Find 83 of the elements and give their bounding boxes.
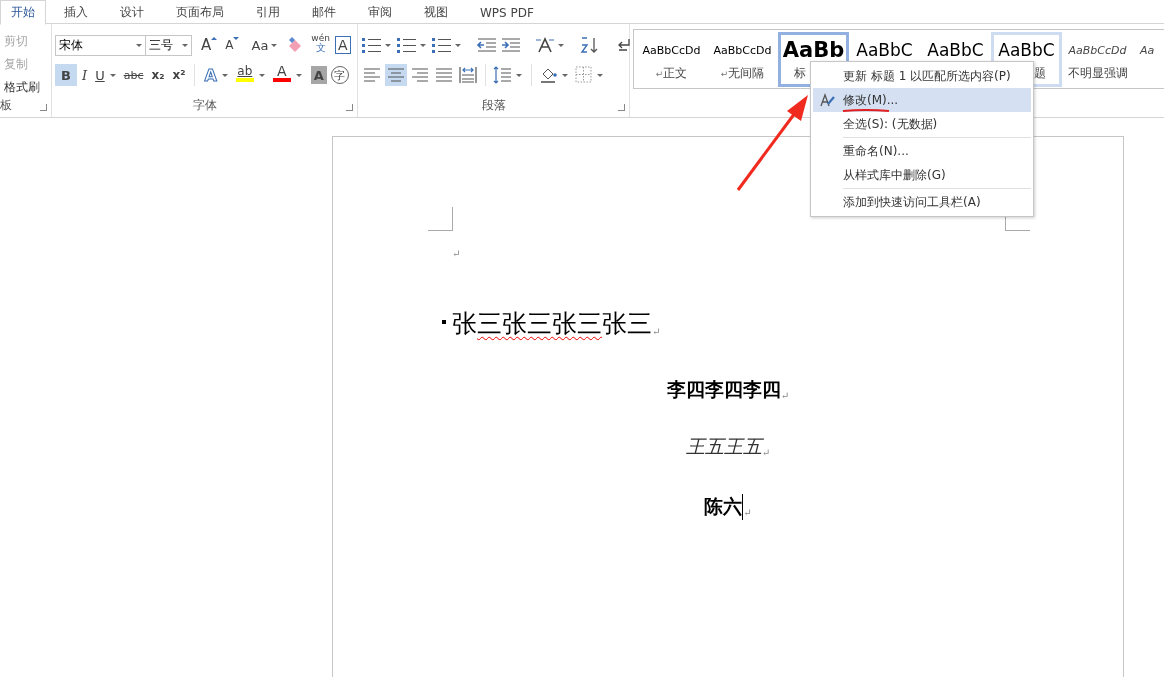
paragraph-mark: ↵: [780, 390, 790, 401]
format-button[interactable]: x₂: [148, 64, 168, 86]
multilevel-icon[interactable]: [431, 36, 453, 54]
style-item[interactable]: AaBbCcDd 不明显强调: [1062, 32, 1133, 87]
font-size-field[interactable]: 三号: [145, 34, 192, 56]
format-button[interactable]: A: [310, 66, 327, 84]
paragraph-mark: ↵: [761, 447, 771, 458]
shrink-font-button[interactable]: A: [222, 34, 243, 56]
clipboard-button[interactable]: 格式刷: [0, 78, 48, 97]
format-button[interactable]: B: [55, 64, 77, 86]
caret-icon[interactable]: [562, 73, 568, 77]
format-button[interactable]: x²: [169, 64, 189, 86]
caret-icon[interactable]: [597, 73, 603, 77]
ribbon-tab[interactable]: 设计: [106, 0, 158, 25]
paragraph-text: 李四李四李四: [666, 377, 781, 402]
ribbon-tab[interactable]: 页面布局: [162, 0, 238, 25]
style-preview: Aa: [1140, 42, 1155, 59]
ribbon-tab[interactable]: 引用: [242, 0, 294, 25]
ribbon-tab[interactable]: 邮件: [298, 0, 350, 25]
font-name-field[interactable]: 宋体: [55, 34, 146, 56]
keep-with-next-icon: [442, 320, 446, 324]
style-preview: AaBbCcDd: [713, 42, 772, 59]
menu-item[interactable]: 从样式库中删除(G): [813, 163, 1031, 187]
style-item[interactable]: AaBbCcDd ↵无间隔: [707, 32, 778, 87]
grow-font-button[interactable]: A: [198, 34, 221, 56]
menu-item[interactable]: 全选(S): (无数据): [813, 112, 1031, 136]
format-button[interactable]: abc: [120, 64, 147, 86]
asian-icon[interactable]: [534, 36, 556, 54]
style-name: 题: [1034, 65, 1047, 82]
dialog-launcher-icon[interactable]: [618, 104, 625, 111]
ribbon-tab[interactable]: 审阅: [354, 0, 406, 25]
style-name: ↵无间隔: [720, 65, 765, 82]
format-button[interactable]: A: [269, 64, 294, 86]
ribbon-tab[interactable]: 插入: [50, 0, 102, 25]
style-name: 不明显强调: [1067, 65, 1128, 82]
format-button[interactable]: I: [79, 64, 91, 86]
menu-item[interactable]: 添加到快速访问工具栏(A): [813, 190, 1031, 214]
ribbon-tab[interactable]: 视图: [410, 0, 462, 25]
group-label: 板: [0, 98, 12, 112]
caret-icon[interactable]: [455, 43, 461, 47]
group-label: 字体: [192, 98, 217, 112]
paragraph-text: 张三张三张三张三: [452, 307, 652, 340]
format-button[interactable]: ab: [232, 64, 257, 86]
dialog-launcher-icon[interactable]: [346, 104, 353, 111]
character-border-button[interactable]: A: [334, 36, 351, 54]
caret-icon[interactable]: [295, 73, 302, 77]
paragraph-text: 王五王五: [685, 434, 762, 459]
paragraph-mark: ↵: [652, 326, 661, 337]
style-preview: AaBbCcDd: [642, 42, 701, 59]
numbering-icon[interactable]: [396, 36, 418, 54]
caret-icon[interactable]: [420, 43, 426, 47]
style-name: ↵正文: [655, 65, 688, 82]
format-button[interactable]: A: [201, 64, 220, 86]
bullets-icon[interactable]: [361, 36, 383, 54]
style-name: 标: [793, 65, 806, 82]
caret-icon[interactable]: [516, 73, 522, 77]
style-item[interactable]: Aa: [1133, 32, 1163, 87]
style-preview: AaBbCcDd: [1068, 42, 1127, 59]
paragraph-mark: ↵: [452, 247, 461, 259]
format-button[interactable]: U: [92, 64, 108, 86]
group-label: 段落: [481, 98, 506, 112]
change-case-button[interactable]: Aa: [248, 34, 281, 56]
style-preview: AaBbC: [998, 39, 1055, 62]
style-item[interactable]: AaBbCcDd ↵正文: [636, 32, 707, 87]
ribbon-tab[interactable]: 开始: [0, 0, 46, 25]
annotation-underline: [842, 108, 890, 114]
style-preview: AaBb: [782, 37, 845, 64]
caret-icon[interactable]: [109, 73, 116, 77]
menu-item[interactable]: 重命名(N)...: [813, 139, 1031, 163]
phonetic-guide-button[interactable]: wén 文: [308, 34, 333, 56]
distribute-align-icon[interactable]: [457, 64, 479, 86]
ribbon-tab[interactable]: WPS PDF: [466, 0, 548, 25]
paragraph-text: 陈六: [704, 494, 743, 519]
caret-icon[interactable]: [385, 43, 391, 47]
crop-mark: [428, 207, 453, 231]
menu-item[interactable]: 修改(M)...: [813, 88, 1031, 112]
indent-icon[interactable]: [500, 36, 522, 54]
caret-icon[interactable]: [221, 73, 228, 77]
dialog-launcher-icon[interactable]: [40, 104, 47, 111]
caret-icon[interactable]: [258, 73, 265, 77]
outdent-icon[interactable]: [476, 36, 498, 54]
caret-icon[interactable]: [558, 43, 564, 47]
paragraph-mark: ↵: [743, 507, 752, 518]
